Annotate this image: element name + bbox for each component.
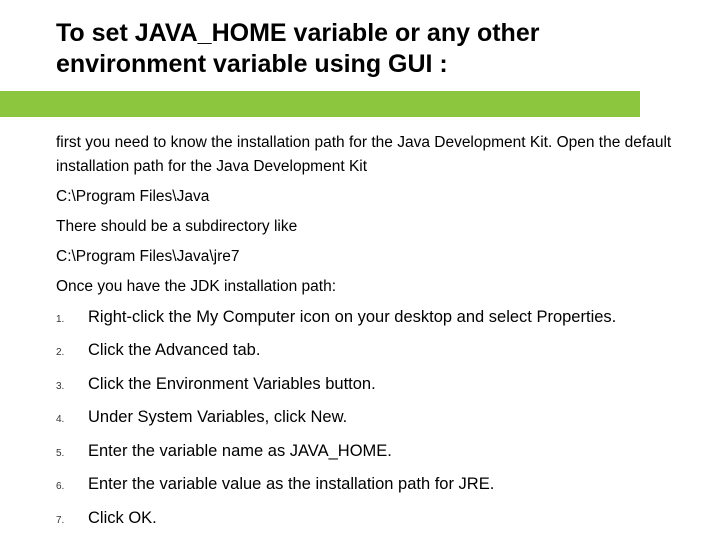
step-number: 7. bbox=[56, 513, 88, 529]
install-path-2: C:\Program Files\Java\jre7 bbox=[56, 245, 672, 269]
steps-list: 1.Right-click the My Computer icon on yo… bbox=[56, 305, 672, 540]
slide-body: first you need to know the installation … bbox=[56, 131, 672, 540]
step-number: 4. bbox=[56, 412, 88, 428]
step-number: 6. bbox=[56, 479, 88, 495]
step-text: Under System Variables, click New. bbox=[88, 405, 672, 431]
intro-paragraph-3: Once you have the JDK installation path: bbox=[56, 275, 672, 299]
step-number: 5. bbox=[56, 446, 88, 462]
step-item: 3.Click the Environment Variables button… bbox=[56, 372, 672, 398]
step-text: Click the Environment Variables button. bbox=[88, 372, 672, 398]
step-number: 3. bbox=[56, 379, 88, 395]
intro-paragraph-1: first you need to know the installation … bbox=[56, 131, 672, 179]
install-path-1: C:\Program Files\Java bbox=[56, 185, 672, 209]
slide: To set JAVA_HOME variable or any other e… bbox=[0, 0, 720, 540]
step-item: 2.Click the Advanced tab. bbox=[56, 338, 672, 364]
step-item: 5.Enter the variable name as JAVA_HOME. bbox=[56, 439, 672, 465]
step-text: Click the Advanced tab. bbox=[88, 338, 672, 364]
step-item: 6.Enter the variable value as the instal… bbox=[56, 472, 672, 498]
step-item: 1.Right-click the My Computer icon on yo… bbox=[56, 305, 672, 331]
step-number: 2. bbox=[56, 345, 88, 361]
slide-title: To set JAVA_HOME variable or any other e… bbox=[56, 18, 672, 81]
accent-bar bbox=[0, 91, 640, 117]
step-item: 4.Under System Variables, click New. bbox=[56, 405, 672, 431]
step-text: Right-click the My Computer icon on your… bbox=[88, 305, 672, 331]
step-item: 7.Click OK. bbox=[56, 506, 672, 532]
step-number: 1. bbox=[56, 312, 88, 328]
step-text: Enter the variable value as the installa… bbox=[88, 472, 672, 498]
intro-paragraph-2: There should be a subdirectory like bbox=[56, 215, 672, 239]
step-text: Enter the variable name as JAVA_HOME. bbox=[88, 439, 672, 465]
step-text: Click OK. bbox=[88, 506, 672, 532]
